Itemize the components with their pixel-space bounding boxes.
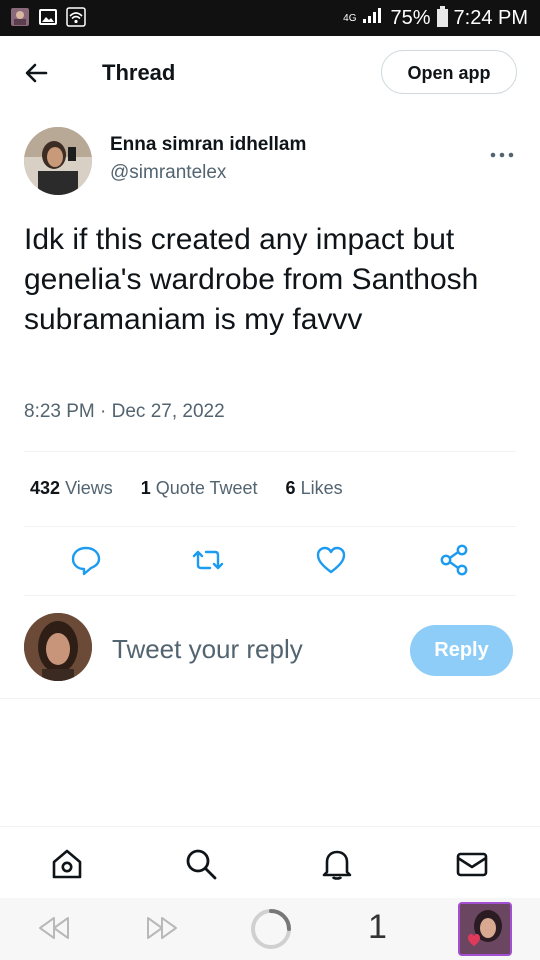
status-bar: 4G 75% 7:24 PM: [0, 0, 540, 36]
browser-forward-icon[interactable]: [142, 912, 182, 949]
author-avatar[interactable]: [24, 127, 92, 195]
views-stat[interactable]: 432 Views: [30, 478, 113, 499]
reply-input[interactable]: Tweet your reply: [112, 634, 303, 665]
app-notification-icon: [10, 7, 30, 27]
gallery-icon: [38, 7, 58, 27]
divider: [0, 698, 540, 699]
messages-envelope-icon[interactable]: [455, 847, 489, 881]
retweet-icon[interactable]: [188, 540, 228, 580]
divider: [24, 451, 516, 452]
profile-thumbnail[interactable]: [458, 902, 512, 956]
header: Thread Open app: [0, 36, 540, 112]
tweet-text: Idk if this created any impact but genel…: [24, 223, 479, 336]
loading-spinner-icon[interactable]: [248, 906, 294, 957]
browser-back-icon[interactable]: [34, 912, 74, 949]
quote-tweets-stat[interactable]: 1 Quote Tweet: [141, 478, 258, 499]
network-type: 4G: [343, 12, 357, 24]
tweet-timestamp[interactable]: 8:23 PM · Dec 27, 2022: [24, 401, 225, 423]
user-avatar[interactable]: [24, 613, 92, 681]
divider: [24, 526, 516, 527]
reply-button[interactable]: Reply: [410, 625, 513, 676]
likes-stat[interactable]: 6 Likes: [286, 478, 343, 499]
clock: 7:24 PM: [453, 6, 528, 29]
open-app-button[interactable]: Open app: [381, 50, 517, 94]
back-arrow-icon[interactable]: [22, 58, 52, 88]
author-handle[interactable]: @simrantelex: [110, 162, 226, 184]
tab-count[interactable]: 1: [368, 908, 387, 947]
home-icon[interactable]: [50, 847, 84, 881]
battery-percent: 75%: [390, 6, 431, 29]
search-icon[interactable]: [184, 847, 218, 881]
share-icon[interactable]: [434, 540, 474, 580]
tweet-stats: 432 Views 1 Quote Tweet 6 Likes: [30, 478, 343, 499]
browser-toolbar: 1: [0, 898, 540, 960]
author-name[interactable]: Enna simran idhellam: [110, 134, 306, 156]
like-heart-icon[interactable]: [311, 540, 351, 580]
divider: [24, 595, 516, 596]
bottom-navigation: [0, 826, 540, 899]
page-title: Thread: [102, 60, 176, 85]
wifi-icon: [66, 7, 86, 27]
tweet-actions: [0, 540, 540, 584]
reply-icon[interactable]: [66, 540, 106, 580]
signal-icon: [362, 6, 384, 30]
more-options-icon[interactable]: [490, 140, 514, 166]
battery-icon: [436, 6, 448, 27]
notifications-bell-icon[interactable]: [320, 847, 354, 881]
